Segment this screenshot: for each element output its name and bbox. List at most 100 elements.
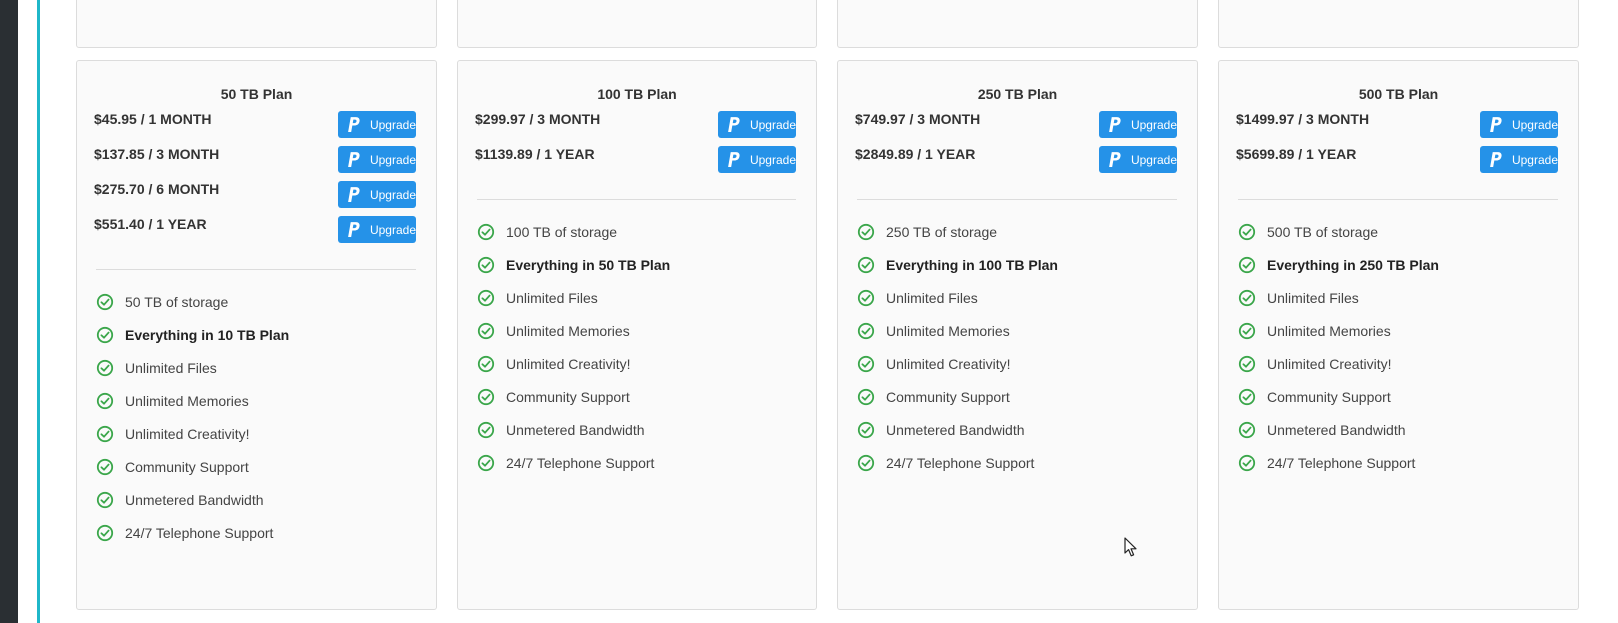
upgrade-button[interactable]: Upgrade <box>1099 146 1177 173</box>
feature-item: Unlimited Creativity! <box>1238 347 1568 380</box>
upgrade-button-label: Upgrade <box>1511 117 1558 132</box>
price-row: $1139.89 / 1 YEAR Upgrade <box>475 146 796 174</box>
feature-item: Unlimited Files <box>857 281 1187 314</box>
upgrade-button[interactable]: Upgrade <box>718 111 796 138</box>
upgrade-button-label: Upgrade <box>749 152 796 167</box>
feature-text: Everything in 100 TB Plan <box>886 256 1058 273</box>
check-circle-icon <box>96 425 114 442</box>
plan-title: 500 TB Plan <box>1358 86 1439 102</box>
feature-text: 24/7 Telephone Support <box>506 454 655 471</box>
plan-card-500tb: 500 TB Plan $1499.97 / 3 MONTH Upgrade $… <box>1218 60 1579 610</box>
feature-item: 100 TB of storage <box>477 215 806 248</box>
feature-item: 500 TB of storage <box>1238 215 1568 248</box>
feature-item: Unmetered Bandwidth <box>857 413 1187 446</box>
feature-item: 24/7 Telephone Support <box>1238 446 1568 479</box>
paypal-icon <box>1490 116 1502 132</box>
check-circle-icon <box>96 392 114 409</box>
feature-item: Unlimited Memories <box>1238 314 1568 347</box>
feature-item: Everything in 250 TB Plan <box>1238 248 1568 281</box>
check-circle-icon <box>1238 256 1256 273</box>
feature-list: 100 TB of storage Everything in 50 TB Pl… <box>477 215 806 479</box>
feature-text: 250 TB of storage <box>886 223 998 240</box>
check-circle-icon <box>857 388 875 405</box>
feature-text: Everything in 10 TB Plan <box>125 326 290 343</box>
check-circle-icon <box>1238 322 1256 339</box>
feature-item: Unlimited Files <box>477 281 806 314</box>
price-row: $137.85 / 3 MONTH Upgrade <box>94 146 416 174</box>
divider <box>1238 199 1558 200</box>
upgrade-button[interactable]: Upgrade <box>1480 146 1558 173</box>
price-text: $5699.89 / 1 YEAR <box>1236 146 1357 162</box>
feature-text: Unlimited Memories <box>506 322 630 339</box>
feature-text: Everything in 250 TB Plan <box>1267 256 1439 273</box>
upgrade-button[interactable]: Upgrade <box>338 216 416 243</box>
feature-text: Community Support <box>886 388 1010 405</box>
check-circle-icon <box>477 256 495 273</box>
previous-plan-card <box>1218 0 1579 48</box>
upgrade-button[interactable]: Upgrade <box>1480 111 1558 138</box>
previous-plan-card <box>457 0 817 48</box>
price-text: $749.97 / 3 MONTH <box>855 111 981 127</box>
feature-text: Unlimited Creativity! <box>125 425 250 442</box>
upgrade-button-label: Upgrade <box>749 117 796 132</box>
upgrade-button[interactable]: Upgrade <box>718 146 796 173</box>
plan-card-100tb: 100 TB Plan $299.97 / 3 MONTH Upgrade $1… <box>457 60 817 610</box>
paypal-icon <box>348 116 360 132</box>
feature-item: Unlimited Creativity! <box>857 347 1187 380</box>
check-circle-icon <box>857 454 875 471</box>
feature-text: 50 TB of storage <box>125 293 229 310</box>
upgrade-button-label: Upgrade <box>369 117 416 132</box>
upgrade-button[interactable]: Upgrade <box>1099 111 1177 138</box>
feature-text: Unlimited Creativity! <box>886 355 1011 372</box>
feature-item: Everything in 10 TB Plan <box>96 318 426 351</box>
check-circle-icon <box>477 289 495 306</box>
feature-item: Unlimited Memories <box>477 314 806 347</box>
upgrade-button-label: Upgrade <box>369 222 416 237</box>
check-circle-icon <box>477 223 495 240</box>
check-circle-icon <box>1238 388 1256 405</box>
feature-text: 24/7 Telephone Support <box>886 454 1035 471</box>
feature-text: Unlimited Files <box>886 289 978 306</box>
check-circle-icon <box>96 359 114 376</box>
feature-item: Unlimited Memories <box>857 314 1187 347</box>
feature-item: 24/7 Telephone Support <box>96 516 426 549</box>
check-circle-icon <box>96 524 114 541</box>
feature-text: Unmetered Bandwidth <box>1267 421 1406 438</box>
check-circle-icon <box>1238 454 1256 471</box>
feature-text: Unlimited Memories <box>125 392 249 409</box>
upgrade-button[interactable]: Upgrade <box>338 111 416 138</box>
upgrade-button[interactable]: Upgrade <box>338 146 416 173</box>
content-accent-border <box>37 0 40 623</box>
feature-item: Everything in 50 TB Plan <box>477 248 806 281</box>
paypal-icon <box>728 151 740 167</box>
feature-item: Community Support <box>96 450 426 483</box>
plan-title: 250 TB Plan <box>977 86 1058 102</box>
feature-list: 50 TB of storage Everything in 10 TB Pla… <box>96 285 426 549</box>
feature-item: Unmetered Bandwidth <box>96 483 426 516</box>
price-text: $1499.97 / 3 MONTH <box>1236 111 1370 127</box>
paypal-icon <box>348 186 360 202</box>
divider <box>857 199 1177 200</box>
check-circle-icon <box>857 289 875 306</box>
previous-plan-card <box>837 0 1198 48</box>
price-text: $45.95 / 1 MONTH <box>94 111 212 127</box>
feature-text: Unlimited Memories <box>1267 322 1391 339</box>
check-circle-icon <box>477 388 495 405</box>
upgrade-button-label: Upgrade <box>1511 152 1558 167</box>
feature-item: Community Support <box>1238 380 1568 413</box>
divider <box>96 269 416 270</box>
feature-item: Unlimited Memories <box>96 384 426 417</box>
divider <box>477 199 796 200</box>
upgrade-button-label: Upgrade <box>369 152 416 167</box>
feature-text: Unlimited Memories <box>886 322 1010 339</box>
price-text: $1139.89 / 1 YEAR <box>475 146 595 162</box>
feature-text: 24/7 Telephone Support <box>125 524 274 541</box>
feature-text: 100 TB of storage <box>506 223 618 240</box>
feature-text: Unlimited Files <box>1267 289 1359 306</box>
plan-title: 100 TB Plan <box>597 86 677 102</box>
upgrade-button[interactable]: Upgrade <box>338 181 416 208</box>
plan-card-50tb: 50 TB Plan $45.95 / 1 MONTH Upgrade $137… <box>76 60 437 610</box>
feature-list: 500 TB of storage Everything in 250 TB P… <box>1238 215 1568 479</box>
feature-text: Unlimited Creativity! <box>506 355 631 372</box>
feature-text: Community Support <box>1267 388 1391 405</box>
